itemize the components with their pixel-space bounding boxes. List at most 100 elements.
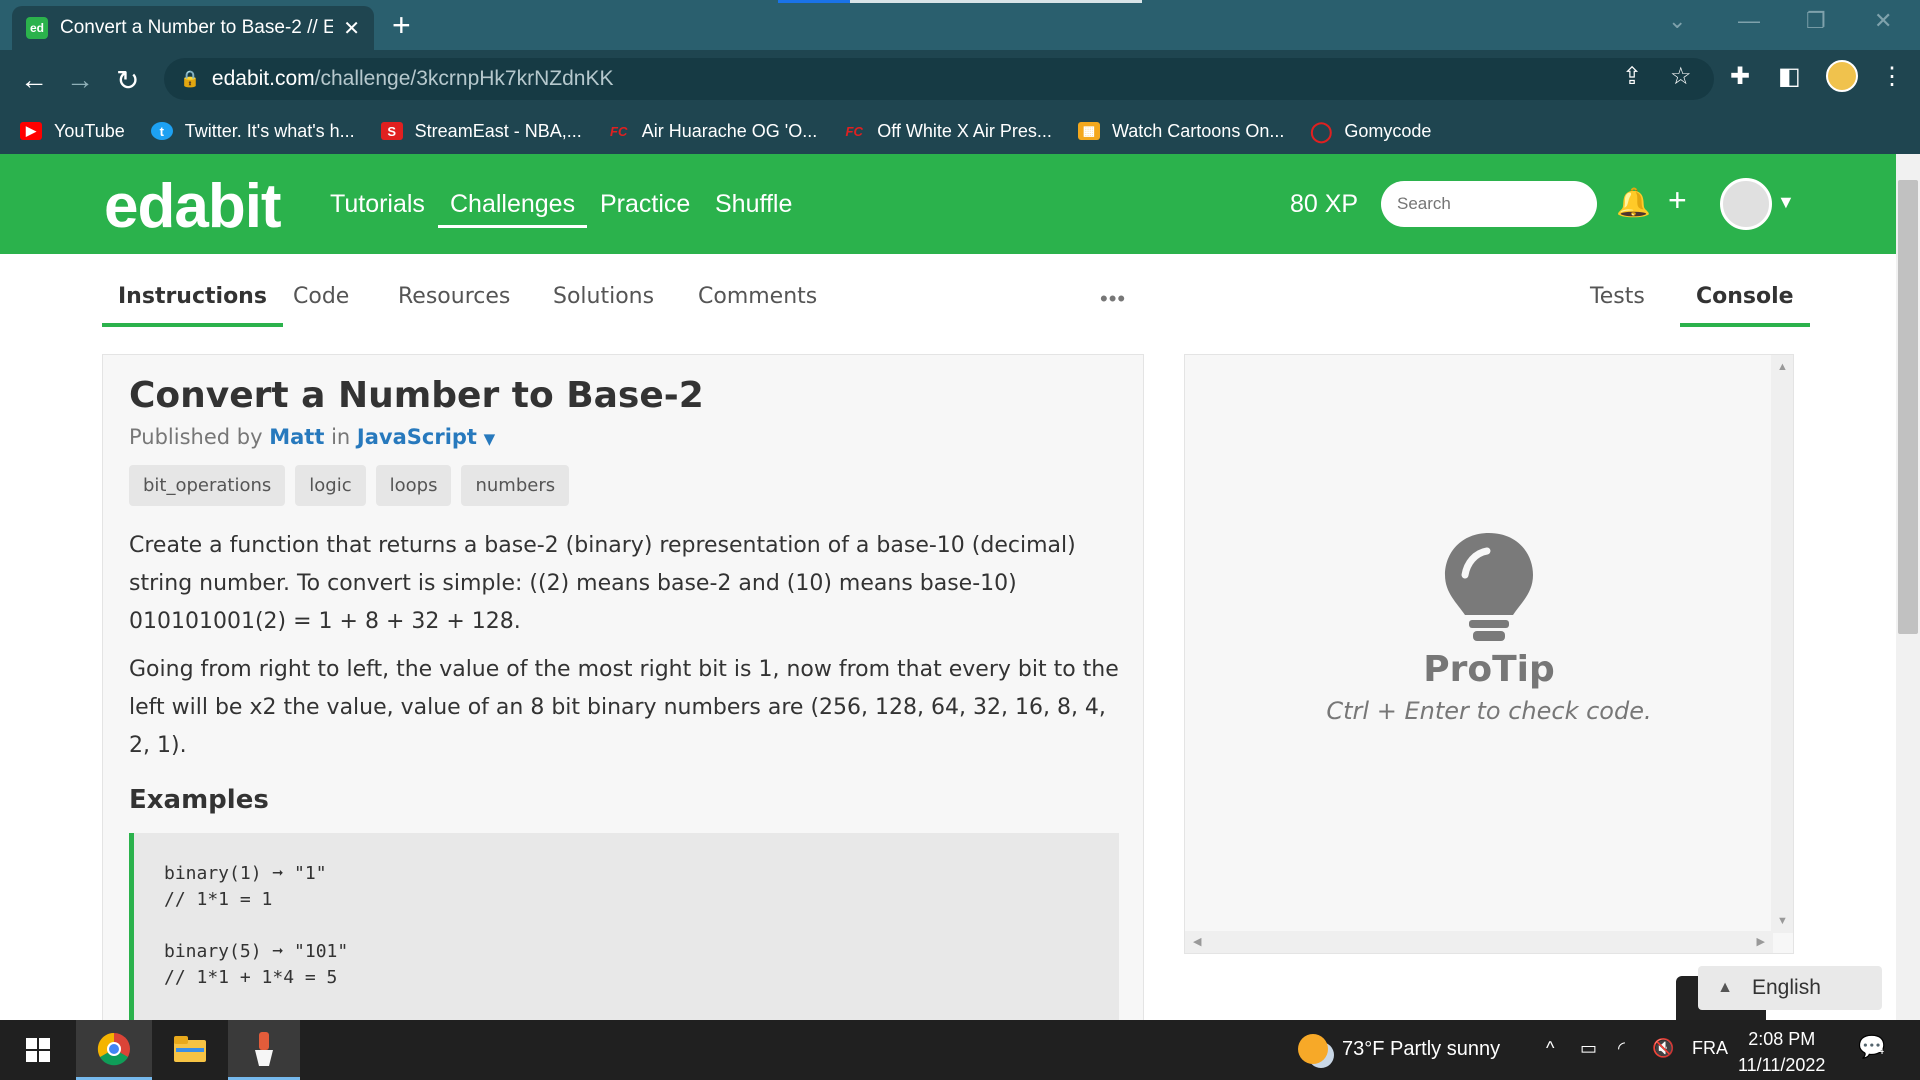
tray-chevron-icon[interactable]: ^ <box>1546 1038 1554 1059</box>
tab-resources[interactable]: Resources <box>398 284 510 309</box>
user-avatar[interactable] <box>1720 178 1772 230</box>
in-label: in <box>331 425 351 449</box>
weather-widget[interactable]: 73°F Partly sunny <box>1298 1034 1500 1064</box>
add-plus-icon[interactable]: + <box>1668 182 1687 219</box>
address-bar[interactable]: 🔒 edabit.com /challenge/3kcrnpHk7krNZdnK… <box>164 58 1714 100</box>
challenge-title: Convert a Number to Base-2 <box>129 375 704 416</box>
chrome-taskbar-icon[interactable] <box>76 1020 152 1080</box>
tag[interactable]: bit_operations <box>129 465 286 506</box>
edabit-favicon-icon: ed <box>26 17 48 39</box>
more-options-icon[interactable]: ••• <box>1100 286 1126 312</box>
author-link[interactable]: Matt <box>269 425 324 449</box>
new-tab-button[interactable]: + <box>392 8 411 42</box>
menu-kebab-icon[interactable]: ⋮ <box>1880 62 1904 91</box>
volume-muted-icon[interactable]: 🔇 <box>1652 1038 1674 1059</box>
url-path: /challenge/3kcrnpHk7krNZdnKK <box>314 67 614 90</box>
edabit-logo[interactable]: edabit <box>104 171 282 242</box>
restore-icon[interactable]: ❐ <box>1806 8 1826 34</box>
close-tab-icon[interactable]: ✕ <box>343 16 360 41</box>
nav-practice[interactable]: Practice <box>600 190 690 219</box>
caret-up-icon: ▲ <box>1717 979 1733 996</box>
extensions-puzzle-icon[interactable]: ✚ <box>1730 62 1750 91</box>
reload-icon[interactable]: ↻ <box>116 64 139 97</box>
clock-time: 2:08 PM <box>1748 1029 1816 1049</box>
nav-challenges[interactable]: Challenges <box>438 190 588 228</box>
scroll-up-arrow-icon[interactable]: ▲ <box>1777 361 1788 373</box>
partly-sunny-icon <box>1298 1034 1328 1064</box>
bookmark-youtube[interactable]: ▶ YouTube <box>20 121 125 142</box>
published-by-label: Published by <box>129 425 263 449</box>
paint-app-icon[interactable] <box>228 1020 300 1080</box>
language-label: English <box>1752 976 1821 999</box>
published-line: Published by Matt in JavaScript ▼ <box>129 425 495 449</box>
close-window-icon[interactable]: ✕ <box>1874 8 1892 34</box>
forward-arrow-icon[interactable]: → <box>66 64 94 96</box>
console-horizontal-scrollbar[interactable]: ◀ ▶ <box>1185 931 1773 953</box>
fc-icon: FC <box>610 123 628 139</box>
share-icon[interactable]: ⇪ <box>1622 62 1642 91</box>
tab-load-progress <box>778 0 850 3</box>
instructions-card: Convert a Number to Base-2 Published by … <box>102 354 1144 1034</box>
wifi-icon[interactable]: ◜ <box>1618 1038 1625 1059</box>
battery-icon[interactable]: ▭ <box>1580 1038 1597 1059</box>
gomycode-icon: ◯ <box>1310 120 1333 143</box>
language-selector[interactable]: ▲ English <box>1698 966 1882 1010</box>
bookmark-air-huarache[interactable]: FC Air Huarache OG 'O... <box>608 120 818 142</box>
language-link[interactable]: JavaScript <box>357 425 477 449</box>
streameast-icon: S <box>380 122 403 140</box>
tab-comments[interactable]: Comments <box>698 284 817 309</box>
browser-tab[interactable]: ed Convert a Number to Base-2 // E ✕ <box>12 6 374 50</box>
search-input[interactable] <box>1381 181 1597 227</box>
tab-console[interactable]: Console <box>1680 284 1810 327</box>
console-panel: ProTip Ctrl + Enter to check code. ▲ ▼ ◀… <box>1184 354 1794 954</box>
tab-tests[interactable]: Tests <box>1590 284 1645 309</box>
back-arrow-icon[interactable]: ← <box>20 64 48 96</box>
chevron-down-icon[interactable]: ▼ <box>1777 192 1795 213</box>
bookmark-star-icon[interactable]: ☆ <box>1670 62 1692 91</box>
nav-tutorials[interactable]: Tutorials <box>330 190 425 219</box>
bookmark-streameast[interactable]: S StreamEast - NBA,... <box>380 120 582 142</box>
bookmark-off-white[interactable]: FC Off White X Air Pres... <box>843 121 1052 142</box>
input-language[interactable]: FRA <box>1692 1038 1728 1059</box>
tag[interactable]: loops <box>375 465 452 506</box>
site-header: edabit Tutorials Challenges Practice Shu… <box>0 154 1896 254</box>
notification-count: 4 <box>1877 1043 1885 1057</box>
protip-title: ProTip <box>1423 649 1555 690</box>
browser-tab-strip: ed Convert a Number to Base-2 // E ✕ + ⌄… <box>0 0 1920 50</box>
lock-icon: 🔒 <box>180 71 200 88</box>
windows-start-icon[interactable] <box>0 1020 76 1080</box>
bookmark-gomycode[interactable]: ◯ Gomycode <box>1310 120 1432 143</box>
bookmark-label: YouTube <box>54 120 125 141</box>
bookmark-label: Air Huarache OG 'O... <box>641 120 818 141</box>
scroll-down-arrow-icon[interactable]: ▼ <box>1777 915 1788 927</box>
profile-avatar[interactable] <box>1826 60 1858 92</box>
system-clock[interactable]: 2:08 PM 11/11/2022 <box>1738 1026 1825 1078</box>
side-panel-icon[interactable]: ◧ <box>1778 62 1801 91</box>
bell-icon[interactable]: 🔔 <box>1616 186 1651 219</box>
tag[interactable]: logic <box>295 465 366 506</box>
file-explorer-icon[interactable] <box>152 1020 228 1080</box>
notification-center-icon[interactable]: 💬4 <box>1858 1034 1885 1060</box>
tag[interactable]: numbers <box>461 465 570 506</box>
xp-counter: 80 XP <box>1290 190 1359 218</box>
bookmark-label: Watch Cartoons On... <box>1111 120 1285 141</box>
bookmark-label: Twitter. It's what's h... <box>184 120 355 141</box>
weather-text: 73°F Partly sunny <box>1342 1037 1501 1060</box>
tab-search-icon[interactable]: ⌄ <box>1668 8 1686 34</box>
tab-instructions[interactable]: Instructions <box>102 284 283 327</box>
page-scrollbar-thumb[interactable] <box>1898 180 1918 634</box>
scroll-right-arrow-icon[interactable]: ▶ <box>1757 935 1765 948</box>
console-vertical-scrollbar[interactable]: ▲ ▼ <box>1771 355 1793 933</box>
minimize-icon[interactable]: — <box>1738 8 1760 34</box>
bookmark-twitter[interactable]: t Twitter. It's what's h... <box>150 120 355 142</box>
scroll-left-arrow-icon[interactable]: ◀ <box>1193 935 1201 948</box>
tab-solutions[interactable]: Solutions <box>553 284 654 309</box>
tab-code[interactable]: Code <box>293 284 349 309</box>
bookmark-label: StreamEast - NBA,... <box>414 120 582 141</box>
instructions-paragraph-2: Going from right to left, the value of t… <box>129 657 1119 758</box>
bookmark-watch-cartoons[interactable]: ▦ Watch Cartoons On... <box>1077 120 1285 142</box>
nav-shuffle[interactable]: Shuffle <box>715 190 792 219</box>
language-caret-icon[interactable]: ▼ <box>484 430 496 448</box>
bookmark-label: Gomycode <box>1344 120 1432 141</box>
instructions-paragraph-1: Create a function that returns a base-2 … <box>129 533 1076 634</box>
